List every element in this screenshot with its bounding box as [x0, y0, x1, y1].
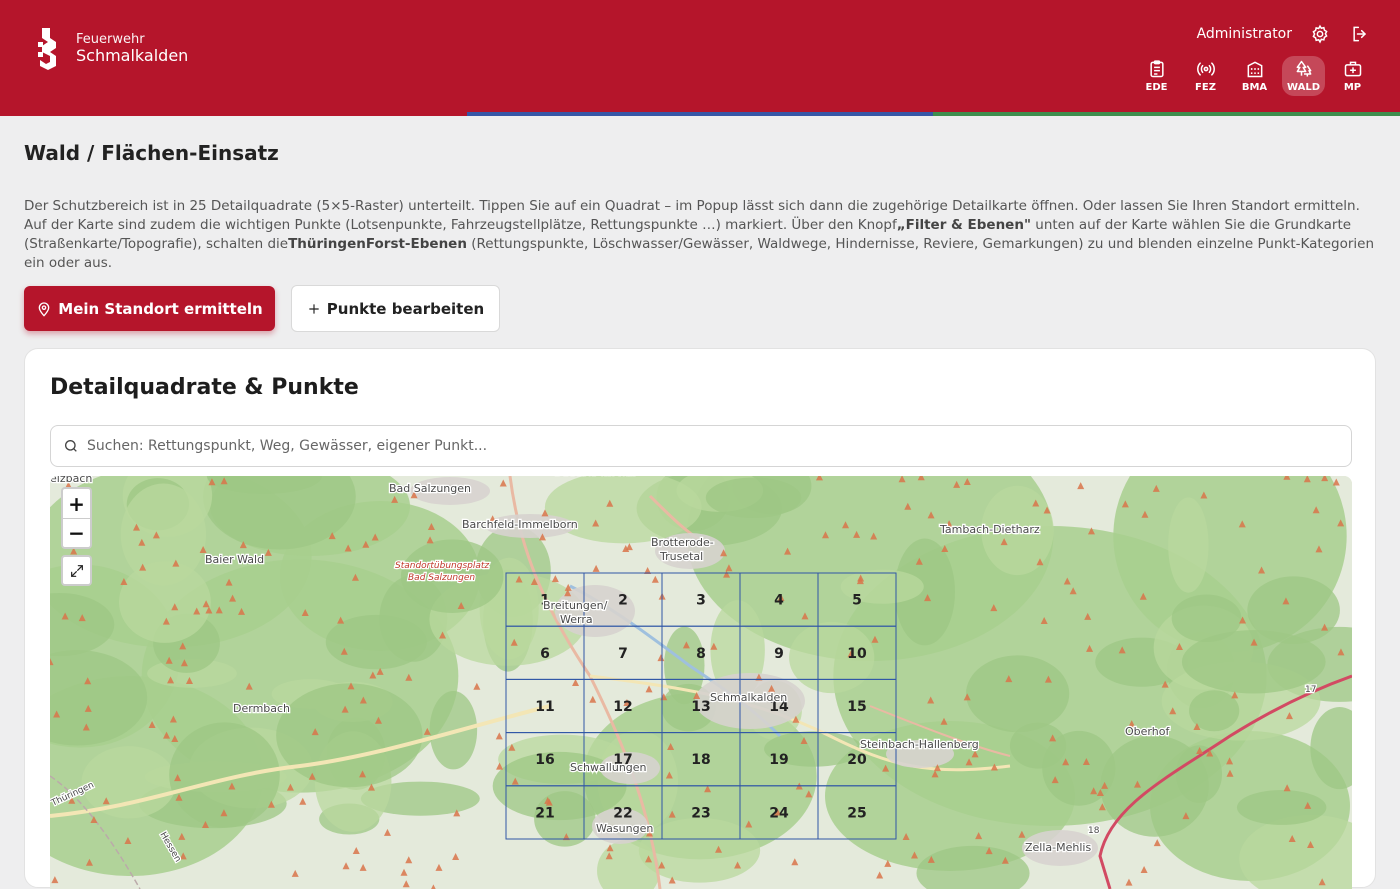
grid-cell-label: 16	[535, 752, 554, 768]
zoom-control: + −	[61, 487, 92, 549]
grid-cell-label: 9	[774, 646, 784, 662]
forest-area	[1168, 497, 1209, 593]
grid-cell-label: 25	[847, 805, 866, 821]
forest-area	[276, 683, 423, 788]
grid-cell-label: 7	[618, 646, 628, 662]
nav-mp[interactable]: MP	[1331, 56, 1374, 96]
gear-icon[interactable]	[1308, 22, 1332, 46]
module-nav: EDE FEZ BMA WALD MP	[1135, 56, 1374, 96]
grid-cell-label: 2	[618, 593, 628, 609]
map-place-label: Barchfeld-Immelborn	[462, 518, 578, 531]
map-place-label: Brotterode-	[651, 536, 714, 549]
building-icon	[1247, 61, 1262, 78]
map-place-label: Oberhof	[1125, 725, 1170, 738]
map-place-label: Bad Liebenstein	[555, 476, 635, 478]
nav-label: BMA	[1241, 82, 1268, 93]
medical-kit-icon	[1344, 61, 1361, 77]
plus-icon	[309, 303, 319, 314]
locate-label: Mein Standort ermitteln	[58, 299, 263, 318]
grid-cell-label: 11	[535, 699, 554, 715]
map-card: Detailquadrate & Punkte Suchen: Rettungs…	[24, 348, 1376, 889]
nav-label: MP	[1343, 82, 1362, 93]
forest-area	[705, 477, 802, 518]
nav-label: EDE	[1145, 82, 1168, 93]
zoom-out-button[interactable]: −	[63, 518, 90, 547]
map-view[interactable]: 1 2 3 4 5 6 7 8 9 10 11 12 13 14 15 16 17 18 19 20 21 22 23 24 2…	[50, 476, 1352, 889]
clipboard-icon	[1149, 60, 1164, 78]
nav-wald[interactable]: WALD	[1282, 56, 1325, 96]
map-place-label: eizbach	[50, 476, 92, 485]
forest-area	[1171, 594, 1242, 643]
map-canvas[interactable]: 1 2 3 4 56 7 8 9 1011 12 13 14 1516 17 18 19 2021 22 23 24 2…	[50, 476, 1352, 889]
grid-cell-label: 4	[774, 593, 784, 609]
user-name[interactable]: Administrator	[1197, 26, 1292, 42]
map-place-label: Tambach-Dietharz	[939, 523, 1040, 536]
trees-icon	[1296, 60, 1311, 77]
map-place-label: Dermbach	[233, 702, 290, 715]
map-place-label: Steinbach-Hallenberg	[860, 738, 979, 751]
map-place-label: Trusetal	[659, 550, 703, 563]
intro-text: Der Schutzbereich ist in 25 Detailquadra…	[24, 198, 1374, 271]
map-place-label: Zella-Mehlis	[1025, 841, 1091, 854]
expand-icon	[70, 564, 83, 577]
grid-cell-label: 13	[691, 699, 710, 715]
nav-fez[interactable]: FEZ	[1184, 56, 1227, 96]
radio-signal-icon	[1196, 62, 1215, 76]
map-place-label: Standortübungsplatz	[395, 561, 489, 571]
forest-area	[118, 561, 211, 643]
map-place-label: Werra	[560, 613, 593, 626]
map-search[interactable]	[50, 425, 1352, 467]
page-title: Wald / Flächen-Einsatz	[24, 141, 279, 165]
map-place-label: 17	[1305, 685, 1316, 695]
search-input[interactable]	[87, 438, 1327, 454]
map-place-label: Bad Salzungen	[389, 482, 471, 495]
search-icon	[65, 440, 77, 452]
fullscreen-button[interactable]	[61, 555, 92, 586]
nav-label: FEZ	[1195, 82, 1216, 93]
forest-area	[965, 655, 1070, 733]
map-place-label: Schwallungen	[570, 761, 647, 774]
grid-cell-label: 10	[847, 646, 867, 662]
brand-line2: Schmalkalden	[76, 46, 189, 66]
logout-icon[interactable]	[1348, 22, 1372, 46]
brand-logo[interactable]: Feuerwehr Schmalkalden	[36, 26, 188, 72]
grid-cell-label: 18	[691, 752, 710, 768]
location-pin-icon	[38, 301, 50, 317]
map-place-label: Breitungen/	[543, 599, 608, 612]
map-place-label: 18	[1088, 826, 1100, 836]
edit-points-label: Punkte bearbeiten	[326, 299, 485, 318]
grid-cell-label: 19	[769, 752, 788, 768]
nav-bma[interactable]: BMA	[1233, 56, 1276, 96]
grid-cell-label: 23	[691, 805, 710, 821]
edit-points-button[interactable]: Punkte bearbeiten	[291, 285, 500, 332]
map-place-label: Bad Salzungen	[408, 573, 475, 583]
forest-area	[1236, 790, 1327, 825]
card-title: Detailquadrate & Punkte	[50, 375, 359, 400]
grid-cell-label: 12	[613, 699, 632, 715]
grid-cell-label: 21	[535, 805, 554, 821]
brand-line1: Feuerwehr	[76, 32, 145, 48]
user-area: Administrator	[1197, 22, 1372, 46]
grid-cell-label: 20	[847, 752, 867, 768]
grid-cell-label: 3	[696, 593, 706, 609]
grid-cell-label: 6	[540, 646, 550, 662]
grid-cell-label: 5	[852, 593, 862, 609]
locate-button[interactable]: Mein Standort ermitteln	[24, 286, 275, 331]
zoom-in-button[interactable]: +	[63, 489, 90, 518]
nav-label: WALD	[1287, 82, 1320, 93]
map-place-label: Wasungen	[596, 822, 653, 835]
app-header: Feuerwehr Schmalkalden Administrator EDE…	[0, 0, 1400, 116]
header-accent-bar	[0, 112, 1400, 116]
grid-cell-label: 22	[613, 805, 632, 821]
grid-cell-label: 24	[769, 805, 789, 821]
fire-department-logo-icon	[38, 28, 56, 70]
grid-cell-label: 15	[847, 699, 866, 715]
map-place-label: Schmalkalden	[710, 691, 787, 704]
grid-cell-label: 8	[696, 646, 706, 662]
map-place-label: Baier Wald	[205, 553, 264, 566]
nav-ede[interactable]: EDE	[1135, 56, 1178, 96]
